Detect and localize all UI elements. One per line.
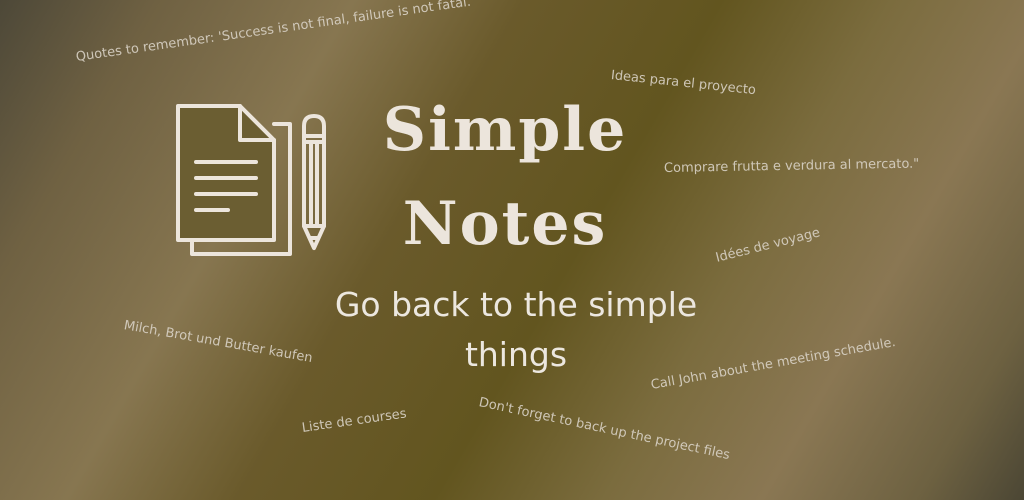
tagline: Go back to the simple things	[334, 285, 698, 374]
app-banner: Quotes to remember: 'Success is not fina…	[0, 0, 1024, 500]
app-title-line1: Simple	[382, 95, 628, 165]
notes-and-pencil-icon	[176, 104, 326, 256]
floating-note-backup: Don't forget to back up the project file…	[477, 395, 732, 464]
floating-note-grocery-it: Comprare frutta e verdura al mercato."	[663, 156, 920, 176]
floating-note-quote: Quotes to remember: 'Success is not fina…	[74, 0, 472, 65]
floating-note-travel: Idées de voyage	[714, 225, 822, 266]
app-title-line2: Notes	[402, 189, 608, 259]
floating-note-ideas: Ideas para el proyecto	[610, 68, 757, 99]
floating-note-shopping-fr: Liste de courses	[300, 406, 408, 436]
floating-note-grocery-de: Milch, Brot und Butter kaufen	[122, 318, 314, 367]
